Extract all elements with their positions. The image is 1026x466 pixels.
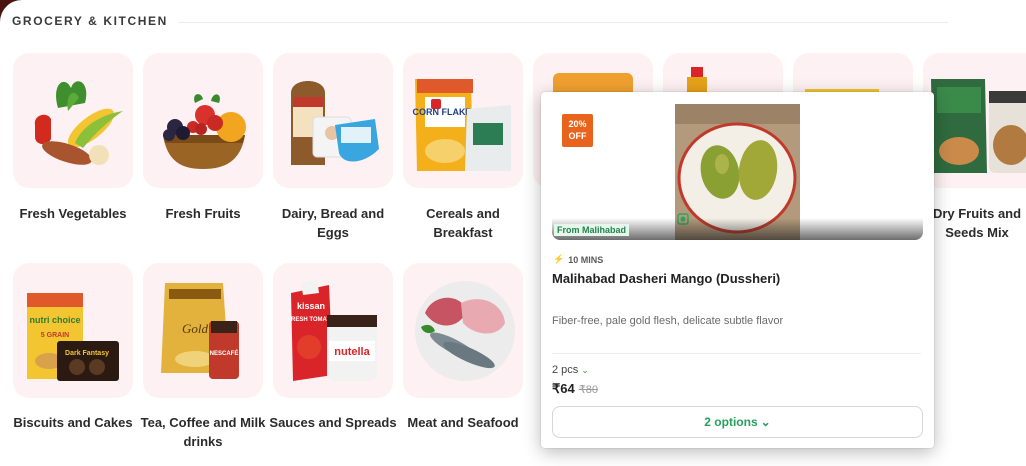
tea-coffee-image: Gold NESCAFÉ [161,283,239,379]
delivery-time-label: 10 MINS [568,254,604,265]
category-label: Dry Fruits and Seeds Mix [932,206,1022,240]
biscuit-box-subtext: 5 GRAIN [41,332,69,339]
category-label: Meat and Seafood [407,415,519,430]
divider [552,353,921,354]
category-tile-fresh-fruits[interactable] [143,53,263,188]
product-popup-card[interactable]: 20% OFF From Malihabad ⚡ 10 MINS Malihab… [541,92,934,448]
category-tile-dairy-bread-eggs[interactable] [273,53,393,188]
dark-fantasy-text: Dark Fantasy [65,350,109,357]
section-title: GROCERY & KITCHEN [12,14,168,28]
coffee-jar-text: NESCAFÉ [210,349,239,357]
biscuits-image: nutri choice 5 GRAIN Dark Fantasy [27,293,119,381]
chevron-down-icon: ⌄ [581,364,589,375]
category-label: Fresh Vegetables [19,206,127,221]
section-header: GROCERY & KITCHEN [12,14,168,28]
mrp: ₹80 [578,384,598,396]
category-tile-meat-seafood[interactable] [403,263,523,398]
source-tag: From Malihabad [552,218,923,240]
options-button-label: 2 options [704,415,758,429]
category-label: Tea, Coffee and Milk drinks [140,415,266,449]
tea-pack-text: Gold [182,321,209,336]
biscuit-box-text: nutri choice [29,315,80,325]
category-tile-biscuits-cakes[interactable]: nutri choice 5 GRAIN Dark Fantasy [13,263,133,398]
category-label: Biscuits and Cakes [13,415,133,430]
cereals-image: CORN FLAKES [413,79,511,171]
category-tile-dry-fruits[interactable] [923,53,1026,188]
fruits-image [163,94,246,169]
chevron-down-icon: ⌄ [760,415,771,429]
section-divider [178,22,948,23]
meat-image [415,281,515,381]
dry-fruits-image [931,79,1026,173]
category-label: Fresh Fruits [165,206,241,221]
discount-badge: 20% OFF [562,114,593,147]
category-label: Sauces and Spreads [269,415,397,430]
spread-brand-text: nutella [334,346,370,358]
sauce-brand-text: kissan [297,301,325,311]
category-tile-sauces-spreads[interactable]: kissan FRESH TOMATO nutella [273,263,393,398]
product-image[interactable]: 20% OFF From Malihabad [552,104,923,240]
category-tile-cereals-breakfast[interactable]: CORN FLAKES [403,53,523,188]
page-frame: GROCERY & KITCHEN Fresh Vegetables Fresh… [0,0,1026,466]
product-description: Fiber-free, pale gold flesh, delicate su… [552,315,784,327]
dairy-image [291,81,379,165]
price: ₹64 [552,381,575,396]
category-tile-fresh-vegetables[interactable] [13,53,133,188]
quantity-label: 2 pcs [552,364,579,376]
sauces-image: kissan FRESH TOMATO nutella [287,279,377,381]
options-button[interactable]: 2 options ⌄ [552,406,923,438]
category-tile-tea-coffee[interactable]: Gold NESCAFÉ [143,263,263,398]
delivery-time: ⚡ 10 MINS [553,254,603,265]
quantity-selector[interactable]: 2 pcs ⌄ [552,364,589,376]
product-name[interactable]: Malihabad Dasheri Mango (Dussheri) [552,271,780,286]
lightning-icon: ⚡ [553,254,565,264]
vegetables-image [34,81,123,165]
category-label: Dairy, Bread and Eggs [281,206,385,240]
category-label: Cereals and Breakfast [426,206,500,240]
source-tag-label: From Malihabad [554,224,630,236]
price-row: ₹64 ₹80 [552,381,598,397]
